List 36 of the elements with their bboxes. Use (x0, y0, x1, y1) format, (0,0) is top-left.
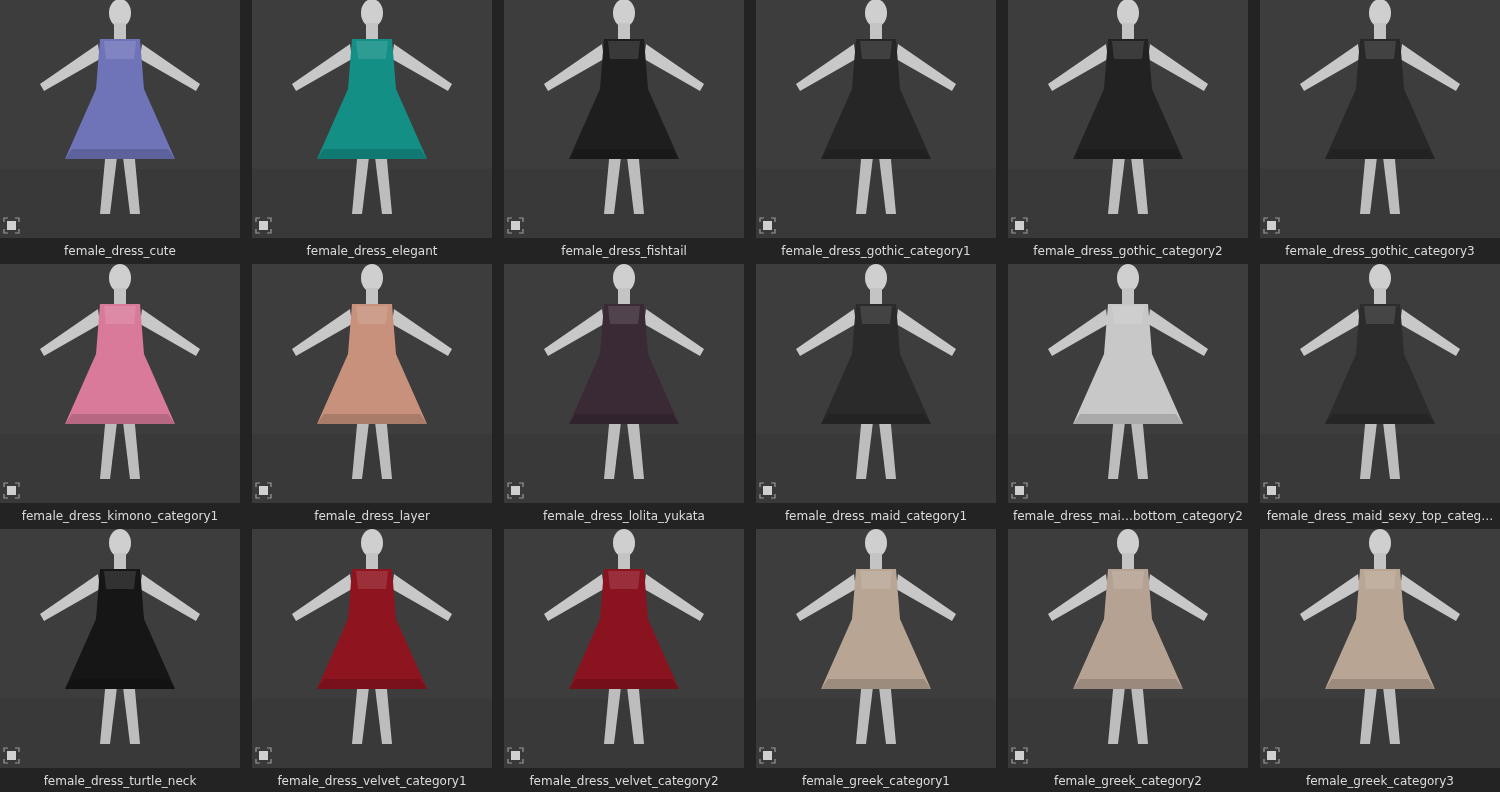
object-icon (759, 747, 776, 764)
object-icon (1263, 747, 1280, 764)
object-icon (759, 482, 776, 499)
object-icon (1263, 217, 1280, 234)
object-icon (1263, 482, 1280, 499)
asset-name: female_dress_velvet_category2 (529, 773, 719, 790)
object-icon (1011, 482, 1028, 499)
asset-name: female_greek_category3 (1305, 773, 1454, 790)
asset-name: female_dress_lolita_yukata (543, 508, 705, 525)
asset-name: female_greek_category1 (801, 773, 950, 790)
object-icon (1011, 217, 1028, 234)
asset-name: female_dress_gothic_category3 (1285, 243, 1475, 260)
asset-name: female_dress_fishtail (561, 243, 687, 260)
asset-name: female_dress_turtle_neck (43, 773, 197, 790)
object-icon (507, 747, 524, 764)
asset-name: female_dress_maid_category1 (784, 508, 968, 525)
object-icon (3, 482, 20, 499)
object-icon (507, 217, 524, 234)
object-icon (255, 217, 272, 234)
object-icon (759, 217, 776, 234)
object-icon (507, 482, 524, 499)
object-icon (3, 747, 20, 764)
asset-name: female_dress_gothic_category1 (781, 243, 971, 260)
asset-name: female_dress_gothic_category2 (1033, 243, 1223, 260)
asset-name: female_dress_layer (314, 508, 430, 525)
object-icon (1011, 747, 1028, 764)
asset-name: female_dress_maid_sexy_top_categ… (1266, 508, 1494, 525)
object-icon (255, 747, 272, 764)
asset-name: female_dress_cute (64, 243, 176, 260)
asset-name: female_dress_kimono_category1 (21, 508, 219, 525)
asset-name: female_dress_velvet_category1 (277, 773, 467, 790)
object-icon (3, 217, 20, 234)
asset-name: female_dress_elegant (306, 243, 438, 260)
asset-name: female_greek_category2 (1053, 773, 1202, 790)
asset-name: female_dress_mai…bottom_category2 (1013, 508, 1243, 525)
object-icon (255, 482, 272, 499)
